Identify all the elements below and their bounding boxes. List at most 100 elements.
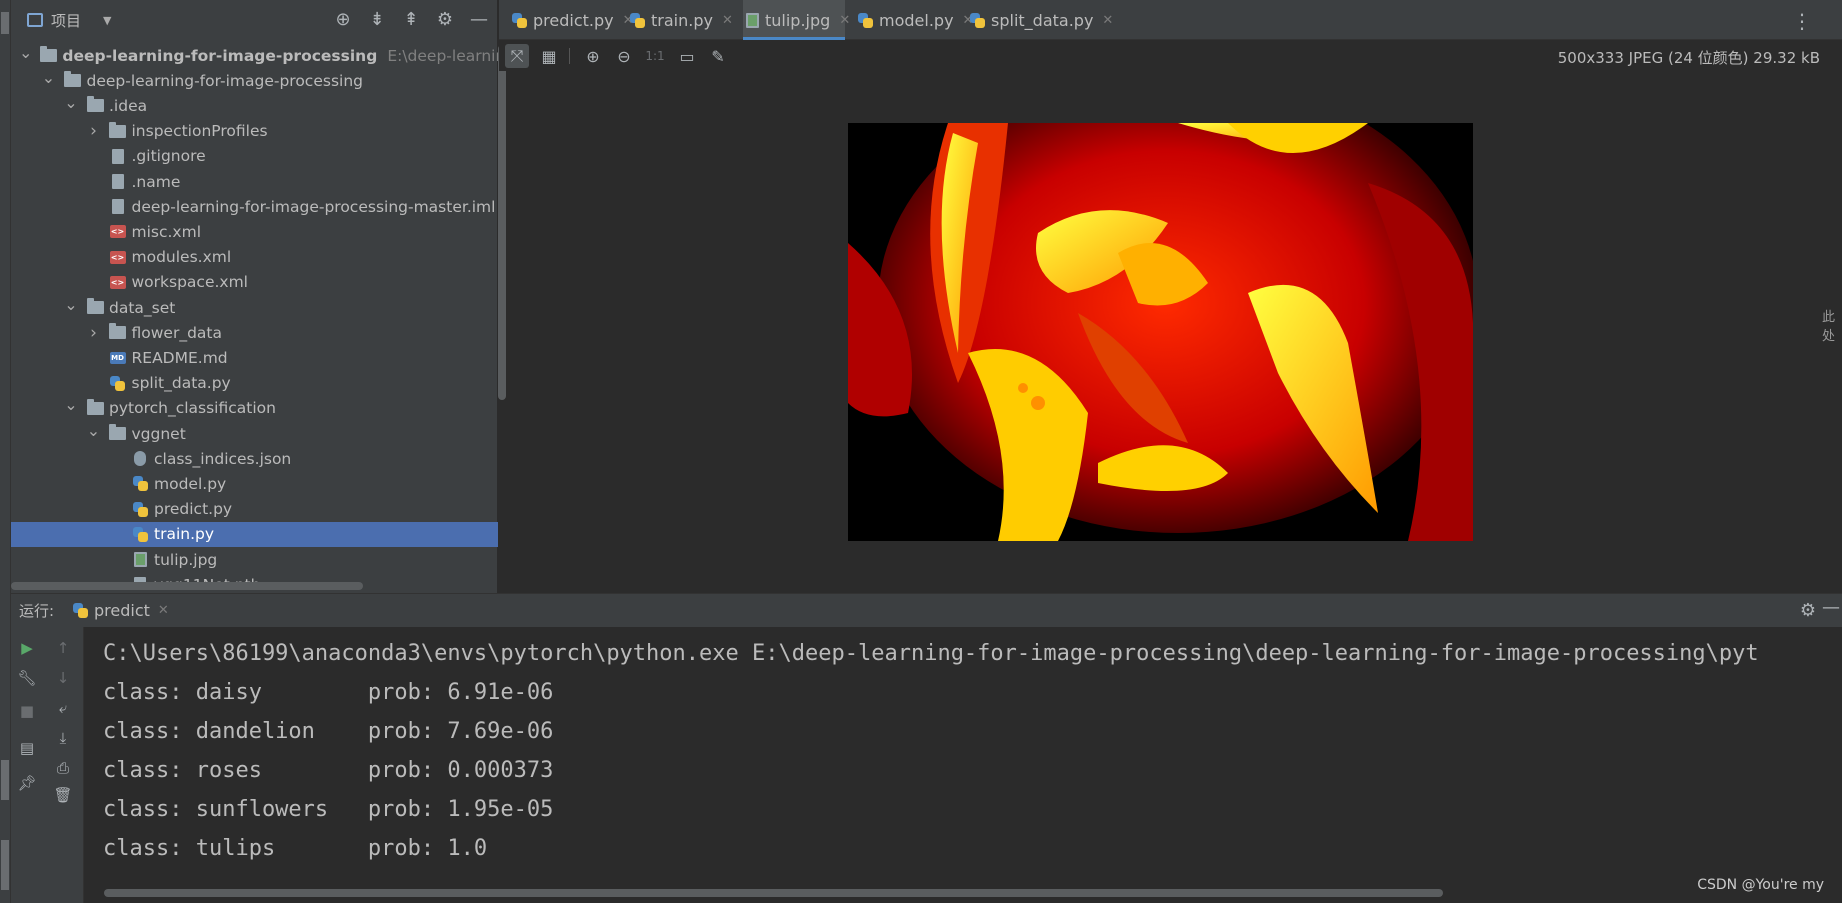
tree-item[interactable]: predict.py: [11, 497, 498, 522]
tree-item[interactable]: ⌄ deep-learning-for-image-processing: [11, 68, 498, 93]
tree-item-label: tulip.jpg: [154, 550, 218, 569]
layout-icon[interactable]: ▤: [16, 737, 38, 759]
chevron-right-icon[interactable]: ›: [87, 121, 101, 141]
scroll-to-end-icon[interactable]: ⤓: [52, 727, 74, 749]
tulip-image: [848, 123, 1473, 541]
tree-item[interactable]: train.py: [11, 521, 498, 547]
up-arrow-icon[interactable]: ↑: [52, 637, 74, 659]
console-horizontal-scrollbar[interactable]: [104, 889, 1443, 897]
close-icon[interactable]: ✕: [839, 13, 850, 28]
project-tree[interactable]: ⌄ deep-learning-for-image-processing E:\de…: [11, 40, 498, 588]
tree-item[interactable]: tulip.jpg: [11, 547, 498, 572]
editor-tab[interactable]: predict.py ✕: [509, 0, 634, 40]
editor-tab-label: model.py: [879, 10, 954, 30]
tree-item[interactable]: › inspectionProfiles: [11, 119, 498, 144]
console-line: class: roses prob: 0.000373: [103, 758, 554, 783]
tree-item[interactable]: class_indices.json: [11, 446, 498, 471]
run-tab-predict[interactable]: predict ✕: [73, 594, 169, 627]
tree-horizontal-scrollbar[interactable]: [11, 582, 363, 590]
tree-item[interactable]: <> workspace.xml: [11, 270, 498, 295]
tree-item[interactable]: › flower_data: [11, 320, 498, 345]
zoom-in-icon[interactable]: ⊕: [581, 44, 605, 68]
color-picker-icon[interactable]: ✎: [706, 44, 730, 68]
print-icon[interactable]: ⎙: [52, 757, 74, 779]
grid-icon[interactable]: ▦: [537, 44, 561, 68]
chevron-down-icon[interactable]: ⌄: [64, 296, 78, 312]
editor-tab[interactable]: tulip.jpg ✕: [743, 0, 850, 40]
expand-all-icon[interactable]: ⇟: [367, 10, 387, 30]
rerun-icon[interactable]: ▶: [16, 637, 38, 659]
tree-item[interactable]: deep-learning-for-image-processing-maste…: [11, 194, 498, 219]
right-edge-panel: 此处: [1820, 40, 1842, 593]
tree-item[interactable]: model.py: [11, 471, 498, 496]
collapse-all-icon[interactable]: ⇞: [401, 10, 421, 30]
more-tabs-icon[interactable]: ⋮: [1792, 9, 1812, 33]
locate-icon[interactable]: ⊕: [333, 10, 353, 30]
tree-item[interactable]: .gitignore: [11, 144, 498, 169]
chevron-down-icon[interactable]: ⌄: [64, 397, 78, 413]
chevron-right-icon[interactable]: ›: [87, 323, 101, 343]
project-tool-window-tab[interactable]: [1, 12, 9, 34]
gear-icon[interactable]: ⚙: [1800, 600, 1816, 621]
tree-item-label: class_indices.json: [154, 449, 292, 468]
wrench-icon[interactable]: 🔧︎: [16, 667, 38, 689]
close-icon[interactable]: ✕: [722, 13, 733, 28]
json-icon: [131, 451, 149, 467]
editor-tab-bar: predict.py ✕ train.py ✕ tulip.jpg ✕ model.py ✕ s…: [499, 0, 1842, 40]
project-panel: 项目 ▼ ⊕ ⇟ ⇞ ⚙ — ⌄ deep-learning-for-image-…: [11, 0, 506, 593]
python-icon: [131, 501, 149, 517]
tree-item-label: flower_data: [131, 323, 223, 342]
gear-icon[interactable]: ⚙: [435, 10, 455, 30]
folder-icon: [64, 71, 82, 89]
tree-item[interactable]: MD README.md: [11, 345, 498, 370]
fit-icon[interactable]: ⤧: [505, 44, 529, 68]
chevron-down-icon[interactable]: ⌄: [64, 94, 78, 110]
tree-item[interactable]: ⌄ data_set: [11, 295, 498, 320]
tree-item-label: train.py: [154, 525, 215, 544]
console-output[interactable]: C:\Users\86199\anaconda3\envs\pytorch\py…: [103, 634, 1842, 868]
favorites-tool-window-tab[interactable]: [1, 840, 9, 890]
project-view-icon: [27, 13, 43, 27]
tree-item[interactable]: <> modules.xml: [11, 245, 498, 270]
zoom-out-icon[interactable]: ⊖: [612, 44, 636, 68]
toolbar-separator: [569, 48, 570, 64]
editor-tab-label: split_data.py: [991, 10, 1094, 30]
tree-item[interactable]: .name: [11, 169, 498, 194]
editor-tab[interactable]: train.py ✕: [627, 0, 733, 40]
actual-size-icon[interactable]: 1:1: [643, 44, 667, 68]
stop-icon[interactable]: ■: [16, 700, 38, 722]
tree-vertical-scrollbar[interactable]: [498, 45, 506, 400]
tree-item-path: E:\deep-learning-for: [387, 46, 498, 65]
background-icon[interactable]: ▭: [675, 44, 699, 68]
console-line: class: dandelion prob: 7.69e-06: [103, 719, 554, 744]
image-info: 500x333 JPEG (24 位颜色) 29.32 kB: [1557, 49, 1820, 67]
structure-tool-window-tab[interactable]: [1, 760, 9, 800]
project-panel-title[interactable]: 项目: [51, 10, 81, 31]
tree-item-label: README.md: [131, 348, 228, 367]
tree-item[interactable]: ⌄ pytorch_classification: [11, 396, 498, 421]
pin-icon[interactable]: 📌︎: [16, 772, 38, 794]
tree-item-label: .gitignore: [131, 147, 206, 166]
soft-wrap-icon[interactable]: ⤶: [52, 697, 74, 719]
tree-item[interactable]: <> misc.xml: [11, 219, 498, 244]
chevron-down-icon[interactable]: ⌄: [19, 44, 32, 60]
down-arrow-icon[interactable]: ↓: [52, 667, 74, 689]
editor-tab[interactable]: model.py ✕: [855, 0, 973, 40]
right-edge-text: 此处: [1822, 310, 1836, 344]
close-icon[interactable]: ✕: [158, 603, 169, 618]
editor-tab[interactable]: split_data.py ✕: [967, 0, 1113, 40]
tree-item[interactable]: split_data.py: [11, 371, 498, 396]
tree-item[interactable]: ⌄ vggnet: [11, 421, 498, 446]
chevron-down-icon[interactable]: ⌄: [42, 69, 56, 85]
editor-tab-label: predict.py: [533, 10, 614, 30]
trash-icon[interactable]: 🗑︎: [52, 784, 74, 806]
tree-item[interactable]: ⌄ deep-learning-for-image-processing E:\de…: [11, 43, 498, 68]
chevron-down-icon[interactable]: ⌄: [87, 422, 101, 438]
tree-item-label: split_data.py: [131, 374, 231, 393]
tree-item[interactable]: ⌄ .idea: [11, 93, 498, 118]
xml-icon: <>: [109, 250, 126, 264]
minimize-icon[interactable]: —: [469, 10, 489, 30]
minimize-icon[interactable]: —: [1822, 597, 1840, 618]
chevron-down-icon[interactable]: ▼: [103, 14, 111, 27]
close-icon[interactable]: ✕: [1102, 13, 1113, 28]
